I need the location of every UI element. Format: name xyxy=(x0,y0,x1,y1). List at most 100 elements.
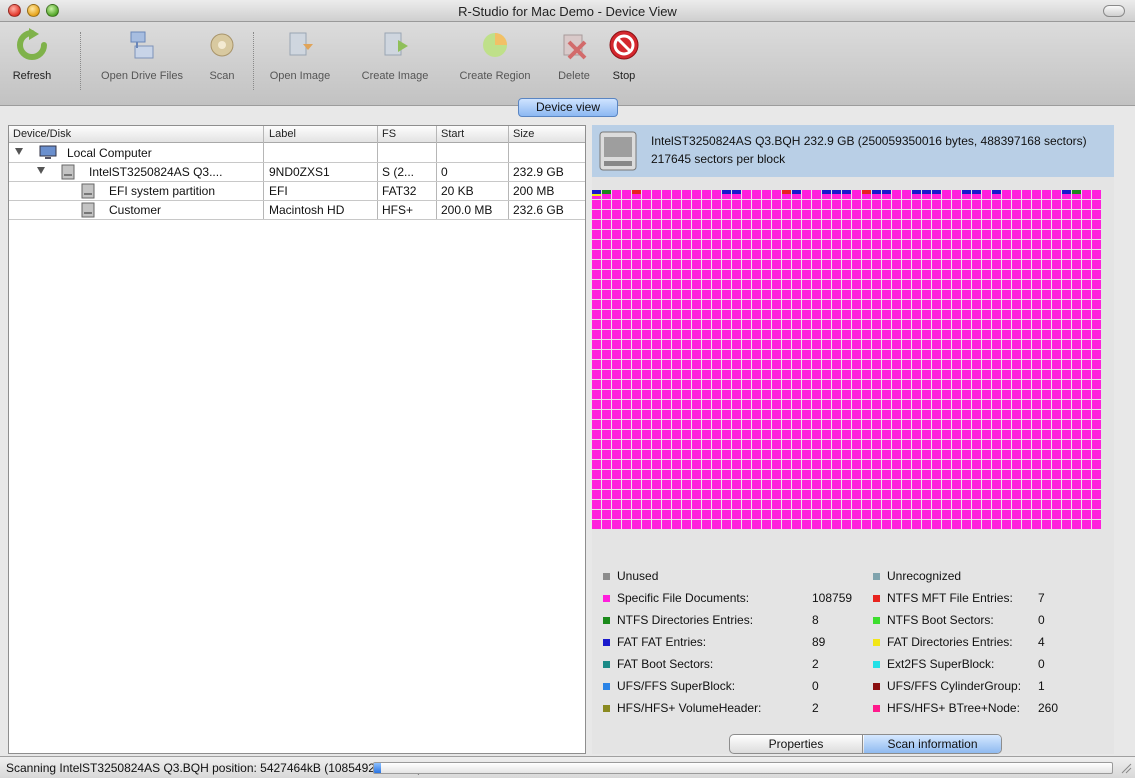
create-image-button[interactable]: Create Image xyxy=(354,28,436,82)
column-header-fs[interactable]: FS xyxy=(382,128,396,140)
block-cell xyxy=(942,340,951,349)
block-cell xyxy=(722,320,731,329)
block-cell xyxy=(1052,440,1061,449)
block-cell xyxy=(1002,300,1011,309)
table-row[interactable]: EFI system partition EFI FAT32 20 KB 200… xyxy=(9,182,585,200)
block-cell xyxy=(1022,420,1031,429)
block-cell xyxy=(662,350,671,359)
block-cell xyxy=(1072,300,1081,309)
create-region-button[interactable]: Create Region xyxy=(450,28,540,82)
column-header-start[interactable]: Start xyxy=(441,128,464,140)
table-header: Device/Disk Label FS Start Size xyxy=(9,126,585,143)
block-cell xyxy=(962,320,971,329)
block-cell xyxy=(852,270,861,279)
open-drive-files-button[interactable]: Open Drive Files xyxy=(92,28,192,82)
block-cell xyxy=(822,380,831,389)
block-cell xyxy=(1092,430,1101,439)
block-cell xyxy=(772,230,781,239)
open-image-button[interactable]: Open Image xyxy=(262,28,338,82)
block-cell xyxy=(832,260,841,269)
device-view-tab[interactable]: Device view xyxy=(518,98,618,117)
legend-value: 2 xyxy=(812,701,819,715)
block-cell xyxy=(652,380,661,389)
block-cell xyxy=(782,480,791,489)
block-cell xyxy=(1082,360,1091,369)
block-cell xyxy=(752,480,761,489)
block-cell xyxy=(822,490,831,499)
block-cell xyxy=(932,330,941,339)
table-row[interactable]: IntelST3250824AS Q3.... 9ND0ZXS1 S (2...… xyxy=(9,163,585,181)
block-cell xyxy=(742,310,751,319)
column-header-device[interactable]: Device/Disk xyxy=(13,128,71,140)
block-cell xyxy=(952,480,961,489)
block-cell xyxy=(632,320,641,329)
block-cell xyxy=(642,260,651,269)
block-cell xyxy=(612,220,621,229)
block-cell xyxy=(652,310,661,319)
block-cell xyxy=(752,520,761,529)
table-row[interactable]: Local Computer xyxy=(9,144,585,162)
bottom-tab-bar: Properties Scan information xyxy=(729,734,1002,754)
block-cell xyxy=(642,410,651,419)
scan-button[interactable]: Scan xyxy=(202,28,242,82)
refresh-button[interactable]: Refresh xyxy=(7,28,57,82)
block-cell xyxy=(962,260,971,269)
block-cell xyxy=(1082,230,1091,239)
block-cell xyxy=(852,250,861,259)
block-cell xyxy=(1002,440,1011,449)
block-cell xyxy=(622,450,631,459)
block-cell xyxy=(1042,260,1051,269)
block-cell xyxy=(662,460,671,469)
block-cell xyxy=(852,340,861,349)
block-cell xyxy=(792,480,801,489)
block-cell xyxy=(632,310,641,319)
block-cell xyxy=(712,250,721,259)
block-cell xyxy=(942,520,951,529)
block-cell xyxy=(962,350,971,359)
disclosure-triangle-icon[interactable] xyxy=(37,167,45,174)
block-cell xyxy=(972,220,981,229)
block-cell xyxy=(762,470,771,479)
block-cell xyxy=(772,450,781,459)
block-cell xyxy=(732,360,741,369)
pane-splitter[interactable] xyxy=(588,125,591,754)
block-cell xyxy=(902,210,911,219)
block-cell xyxy=(782,230,791,239)
block-cell xyxy=(1032,440,1041,449)
toolbar-separator xyxy=(253,32,254,90)
column-header-size[interactable]: Size xyxy=(513,128,534,140)
table-row[interactable]: Customer Macintosh HD HFS+ 200.0 MB 232.… xyxy=(9,201,585,219)
block-cell xyxy=(1092,280,1101,289)
tab-scan-information[interactable]: Scan information xyxy=(864,735,1001,753)
block-cell xyxy=(752,360,761,369)
block-cell xyxy=(642,430,651,439)
block-cell xyxy=(592,230,601,239)
block-cell xyxy=(972,460,981,469)
block-cell xyxy=(842,280,851,289)
block-cell xyxy=(862,450,871,459)
block-cell xyxy=(1012,360,1021,369)
block-cell xyxy=(762,450,771,459)
tab-properties[interactable]: Properties xyxy=(730,735,863,753)
block-cell xyxy=(872,290,881,299)
stop-button[interactable]: Stop xyxy=(606,28,642,82)
disclosure-triangle-icon[interactable] xyxy=(15,148,23,155)
column-header-label[interactable]: Label xyxy=(269,128,296,140)
toolbar-toggle-button[interactable] xyxy=(1103,5,1125,17)
hard-disk-icon xyxy=(61,164,75,180)
block-cell xyxy=(1042,340,1051,349)
block-cell xyxy=(662,210,671,219)
block-cell xyxy=(1092,420,1101,429)
block-cell xyxy=(792,370,801,379)
block-cell xyxy=(1082,270,1091,279)
block-cell xyxy=(612,240,621,249)
block-cell xyxy=(1032,200,1041,209)
block-cell xyxy=(722,300,731,309)
block-cell xyxy=(1022,300,1031,309)
block-cell xyxy=(1072,510,1081,519)
block-cell xyxy=(762,310,771,319)
block-cell xyxy=(1012,420,1021,429)
resize-grip-icon[interactable] xyxy=(1120,762,1132,774)
delete-button[interactable]: Delete xyxy=(553,28,595,82)
block-cell xyxy=(1002,350,1011,359)
